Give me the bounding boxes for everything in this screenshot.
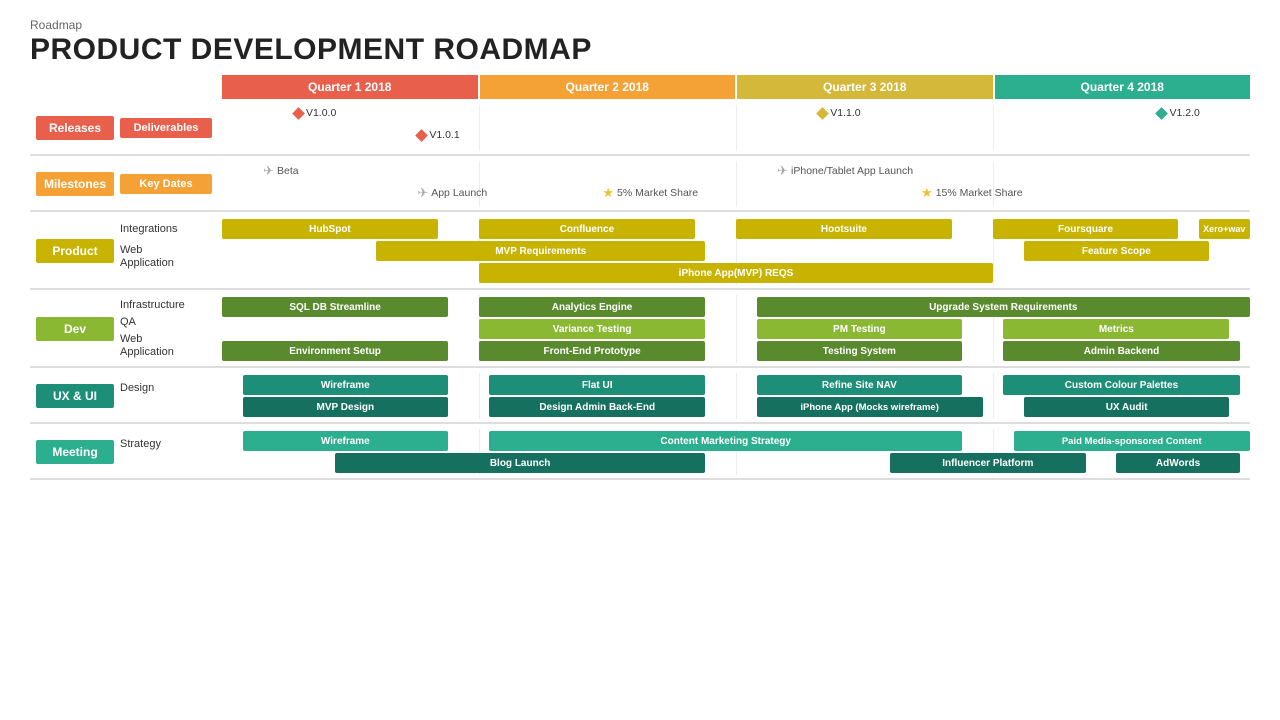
app-launch-item: ✈ App Launch — [417, 185, 487, 201]
webapp-sublabel: WebApplication — [120, 244, 222, 270]
design-sublabel: Design — [120, 382, 222, 394]
qa-sublabel: QA — [120, 316, 222, 328]
product-mvp-row: MVP Requirements Feature Scope — [222, 241, 1250, 261]
dev-section-label-col: Dev — [30, 295, 120, 363]
releases-sub-col: Deliverables — [120, 105, 222, 151]
meeting-sub-col: Strategy — [120, 429, 222, 475]
page: Roadmap PRODUCT DEVELOPMENT ROADMAP Quar… — [0, 0, 1280, 720]
releases-section: Releases Deliverables V1.0.0 — [30, 102, 1250, 156]
uxui-design-row1: Wireframe Flat UI Refine Site NAV Custom… — [222, 375, 1250, 395]
uxui-label: UX & UI — [36, 384, 114, 408]
dev-content: SQL DB Streamline Analytics Engine Upgra… — [222, 295, 1250, 363]
dev-webapp-sublabel: WebApplication — [120, 333, 222, 359]
q3-header: Quarter 3 2018 — [737, 75, 993, 99]
product-section-label-col: Product — [30, 217, 120, 285]
milestones-label: Milestones — [36, 172, 114, 196]
header-label: Roadmap — [30, 18, 1250, 32]
dev-section: Dev Infrastructure QA WebApplication SQL… — [30, 292, 1250, 368]
q4-header: Quarter 4 2018 — [995, 75, 1251, 99]
uxui-section-label-col: UX & UI — [30, 373, 120, 419]
product-section: Product Integrations WebApplication HubS… — [30, 214, 1250, 290]
product-iphone-row: iPhone App(MVP) REQS — [222, 263, 1250, 283]
keydates-label: Key Dates — [120, 174, 212, 194]
roadmap-container: Quarter 1 2018 Quarter 2 2018 Quarter 3 … — [30, 75, 1250, 480]
q2-header: Quarter 2 2018 — [480, 75, 736, 99]
milestones-content: ✈ Beta ✈ iPhone/Tablet App Launch ✈ App … — [222, 161, 1250, 207]
strategy-sublabel: Strategy — [120, 438, 222, 450]
releases-section-label-col: Releases — [30, 105, 120, 151]
meeting-section-label-col: Meeting — [30, 429, 120, 475]
market-share-5-item: ★ 5% Market Share — [602, 185, 698, 201]
milestones-sub-col: Key Dates — [120, 161, 222, 207]
meeting-strategy-row2: Blog Launch Influencer Platform AdWords — [222, 453, 1250, 473]
releases-row-2: V1.0.1 — [222, 129, 1250, 149]
v110-item: V1.1.0 — [818, 107, 860, 119]
infrastructure-sublabel: Infrastructure — [120, 299, 222, 311]
dev-label: Dev — [36, 317, 114, 341]
quarters-header-row: Quarter 1 2018 Quarter 2 2018 Quarter 3 … — [222, 75, 1250, 99]
q1-header: Quarter 1 2018 — [222, 75, 478, 99]
releases-content: V1.0.0 V1.1.0 V1.2.0 V1.0.1 — [222, 105, 1250, 151]
uxui-design-row2: MVP Design Design Admin Back-End iPhone … — [222, 397, 1250, 417]
v101-item: V1.0.1 — [417, 129, 459, 141]
product-sub-col: Integrations WebApplication — [120, 217, 222, 285]
v100-item: V1.0.0 — [294, 107, 336, 119]
milestones-section: Milestones Key Dates ✈ Beta ✈ iPhone/T — [30, 158, 1250, 212]
market-share-15-item: ★ 15% Market Share — [921, 185, 1023, 201]
milestones-section-label-col: Milestones — [30, 161, 120, 207]
dev-qa-row: Variance Testing PM Testing Metrics — [222, 319, 1250, 339]
meeting-section: Meeting Strategy Wireframe Content Marke… — [30, 426, 1250, 480]
dev-webapp-row: Environment Setup Front-End Prototype Te… — [222, 341, 1250, 361]
beta-item: ✈ Beta — [263, 163, 299, 179]
milestones-row-2: ✈ App Launch ★ 5% Market Share ★ 15% Mar… — [222, 185, 1250, 205]
uxui-section: UX & UI Design Wireframe Flat UI Refine … — [30, 370, 1250, 424]
page-title: PRODUCT DEVELOPMENT ROADMAP — [30, 33, 1250, 67]
dev-infra-row: SQL DB Streamline Analytics Engine Upgra… — [222, 297, 1250, 317]
uxui-sub-col: Design — [120, 373, 222, 419]
integrations-sublabel: Integrations — [120, 223, 222, 235]
releases-label: Releases — [36, 116, 114, 140]
meeting-content: Wireframe Content Marketing Strategy Pai… — [222, 429, 1250, 475]
iphone-launch-item: ✈ iPhone/Tablet App Launch — [777, 163, 913, 179]
product-integrations-row: HubSpot Confluence Hootsuite Foursquare … — [222, 219, 1250, 239]
dev-sub-col: Infrastructure QA WebApplication — [120, 295, 222, 363]
milestones-row-1: ✈ Beta ✈ iPhone/Tablet App Launch — [222, 163, 1250, 183]
v120-item: V1.2.0 — [1157, 107, 1199, 119]
product-content: HubSpot Confluence Hootsuite Foursquare … — [222, 217, 1250, 285]
releases-row-1: V1.0.0 V1.1.0 V1.2.0 — [222, 107, 1250, 127]
product-label: Product — [36, 239, 114, 263]
uxui-content: Wireframe Flat UI Refine Site NAV Custom… — [222, 373, 1250, 419]
meeting-label: Meeting — [36, 440, 114, 464]
meeting-strategy-row1: Wireframe Content Marketing Strategy Pai… — [222, 431, 1250, 451]
deliverables-label: Deliverables — [120, 118, 212, 138]
